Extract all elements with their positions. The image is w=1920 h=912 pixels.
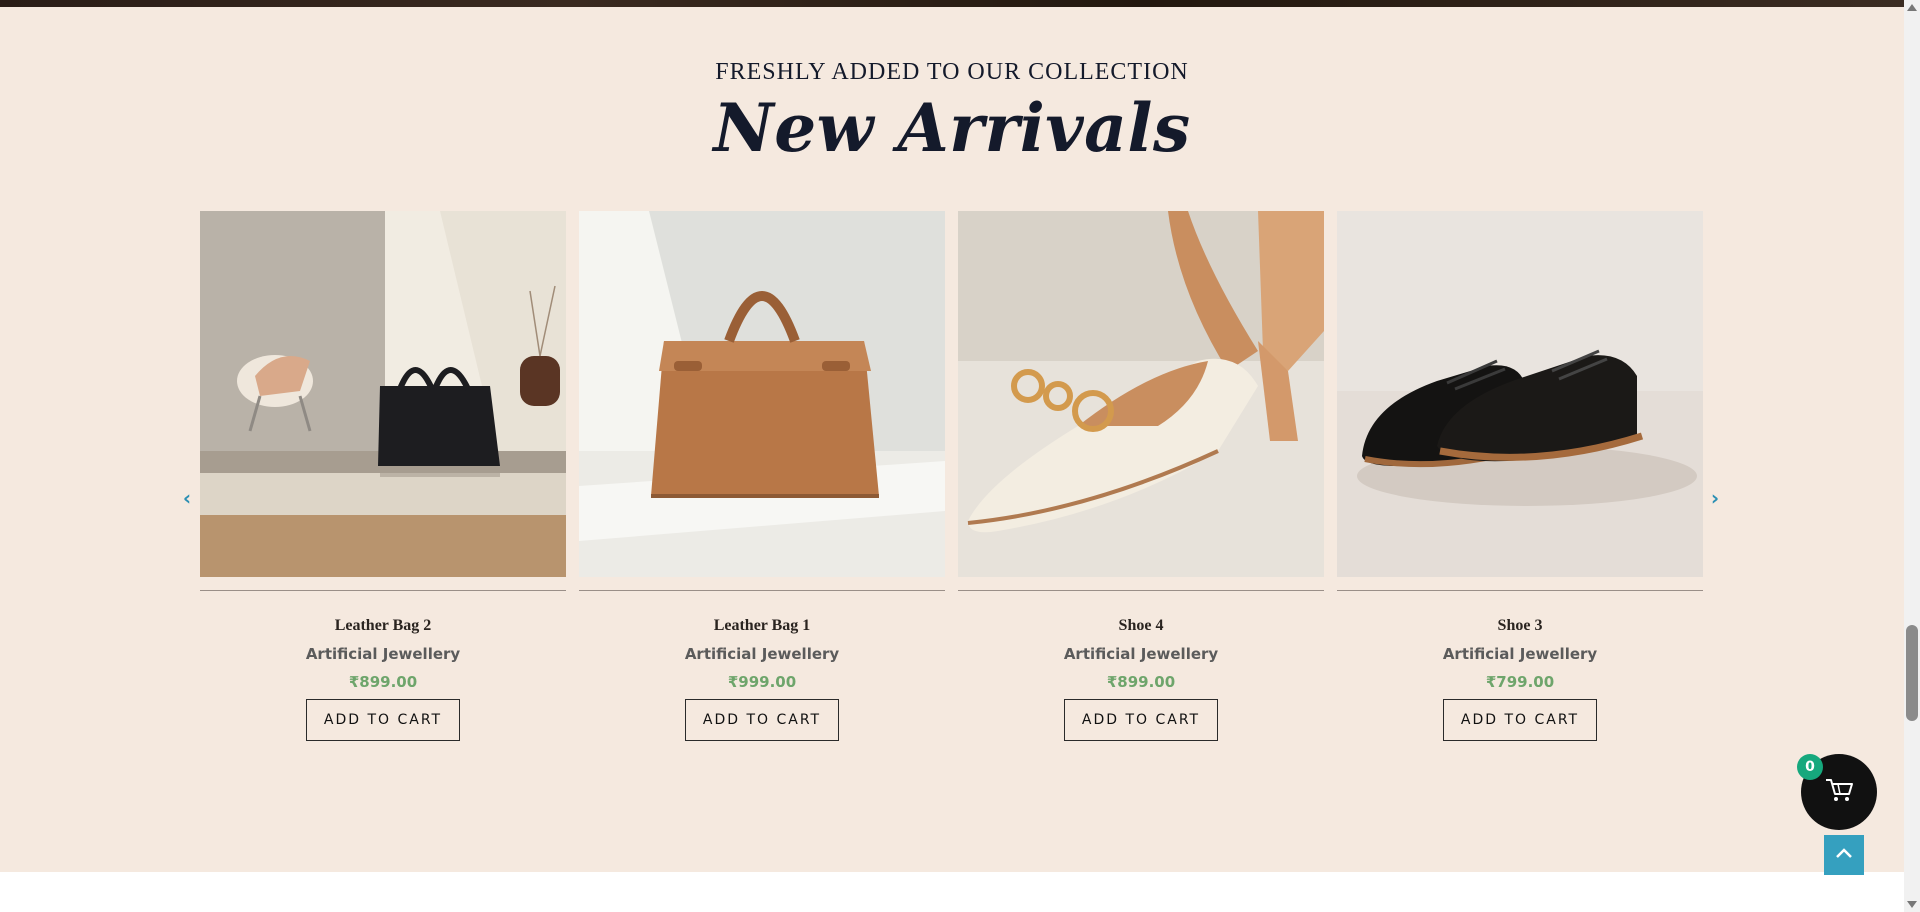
cart-count-badge: 0 — [1797, 754, 1823, 780]
product-category: Artificial Jewellery — [1063, 645, 1219, 663]
product-image[interactable] — [200, 211, 566, 577]
product-name[interactable]: Shoe 4 — [958, 617, 1324, 635]
product-card: Shoe 3 Artificial Jewellery ₹799.00 ADD … — [1337, 211, 1703, 751]
chevron-right-icon: › — [1710, 486, 1720, 510]
product-category: Artificial Jewellery — [1442, 645, 1598, 663]
product-category: Artificial Jewellery — [684, 645, 840, 663]
product-name[interactable]: Leather Bag 2 — [200, 617, 566, 635]
product-image[interactable] — [579, 211, 945, 577]
product-card: Shoe 4 Artificial Jewellery ₹899.00 ADD … — [958, 211, 1324, 751]
card-divider — [1337, 590, 1703, 591]
hero-image-bottom-edge — [0, 0, 1904, 7]
scrollbar-thumb[interactable] — [1906, 625, 1918, 721]
chevron-left-icon: ‹ — [182, 486, 192, 510]
scroll-down-arrow[interactable] — [1904, 898, 1920, 912]
cart-icon — [1824, 777, 1854, 808]
add-to-cart-button[interactable]: ADD TO CART — [1064, 699, 1218, 741]
add-to-cart-button[interactable]: ADD TO CART — [306, 699, 460, 741]
section-eyebrow: FRESHLY ADDED TO OUR COLLECTION — [715, 59, 1189, 85]
add-to-cart-button[interactable]: ADD TO CART — [685, 699, 839, 741]
product-name[interactable]: Shoe 3 — [1337, 617, 1703, 635]
card-divider — [579, 590, 945, 591]
scroll-up-arrow[interactable] — [1904, 0, 1920, 14]
product-card: Leather Bag 1 Artificial Jewellery ₹999.… — [579, 211, 945, 751]
product-price: ₹799.00 — [1485, 673, 1555, 691]
product-category: Artificial Jewellery — [305, 645, 461, 663]
add-to-cart-button[interactable]: ADD TO CART — [1443, 699, 1597, 741]
back-to-top-button[interactable] — [1824, 835, 1864, 875]
product-image[interactable] — [1337, 211, 1703, 577]
product-card: Leather Bag 2 Artificial Jewellery ₹899.… — [200, 211, 566, 751]
card-divider — [958, 590, 1324, 591]
card-divider — [200, 590, 566, 591]
carousel-prev-button[interactable]: ‹ — [179, 486, 195, 510]
product-name[interactable]: Leather Bag 1 — [579, 617, 945, 635]
product-price: ₹899.00 — [1106, 673, 1176, 691]
product-price: ₹899.00 — [348, 673, 418, 691]
product-price: ₹999.00 — [727, 673, 797, 691]
carousel-next-button[interactable]: › — [1707, 486, 1723, 510]
product-image[interactable] — [958, 211, 1324, 577]
section-title: New Arrivals — [713, 89, 1191, 167]
page-scrollbar[interactable] — [1904, 0, 1920, 912]
chevron-up-icon — [1835, 846, 1853, 864]
